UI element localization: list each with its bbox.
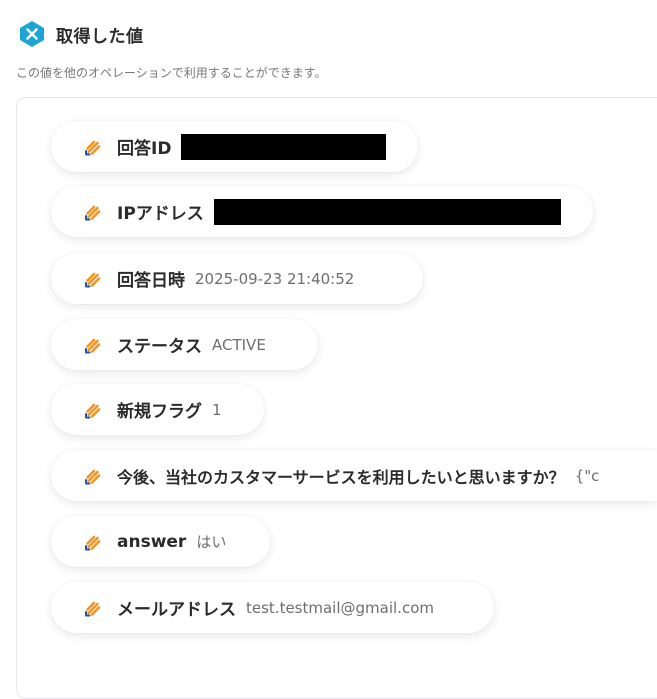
field-label: 回答ID xyxy=(117,139,172,159)
field-value: はい xyxy=(196,533,227,551)
redacted-value xyxy=(213,198,561,225)
field-label: ステータス xyxy=(117,337,202,357)
value-chip-customer-service-question[interactable]: 今後、当社のカスタマーサービスを利用したいと思いますか？ {"c xyxy=(51,450,657,501)
pencil-icon xyxy=(85,272,101,287)
value-chip-new-flag[interactable]: 新規フラグ 1 xyxy=(51,384,264,435)
field-label: 新規フラグ xyxy=(117,402,202,422)
pencil-icon xyxy=(85,601,101,616)
pencil-icon xyxy=(85,535,101,550)
header: 取得した値 xyxy=(18,19,144,49)
value-chip-email[interactable]: メールアドレス test.testmail@gmail.com xyxy=(51,582,494,633)
redacted-value xyxy=(181,133,386,160)
field-value: {"c xyxy=(574,466,600,485)
field-value: 2025-09-23 21:40:52 xyxy=(195,269,355,288)
value-chip-response-datetime[interactable]: 回答日時 2025-09-23 21:40:52 xyxy=(51,253,423,304)
page-title: 取得した値 xyxy=(56,26,144,47)
value-chip-answer[interactable]: answer はい xyxy=(51,516,270,567)
value-chip-response-id[interactable]: 回答ID xyxy=(51,121,418,172)
pencil-icon xyxy=(85,403,101,418)
field-label: 今後、当社のカスタマーサービスを利用したいと思いますか？ xyxy=(117,467,565,487)
pencil-icon xyxy=(85,338,101,353)
field-value: 1 xyxy=(212,400,222,419)
field-label: 回答日時 xyxy=(117,271,185,291)
page-description: この値を他のオペレーションで利用することができます。 xyxy=(16,66,327,80)
pencil-icon xyxy=(85,469,101,484)
pencil-icon xyxy=(85,140,101,155)
value-chip-ip-address[interactable]: IPアドレス xyxy=(51,186,593,237)
value-chip-status[interactable]: ステータス ACTIVE xyxy=(51,319,318,370)
field-label: IPアドレス xyxy=(117,204,204,224)
yoom-logo-icon xyxy=(20,21,44,47)
field-value: ACTIVE xyxy=(212,335,266,354)
field-label: answer xyxy=(117,531,187,552)
field-label: メールアドレス xyxy=(117,600,236,620)
pencil-icon xyxy=(85,205,101,220)
field-value: test.testmail@gmail.com xyxy=(246,598,434,617)
